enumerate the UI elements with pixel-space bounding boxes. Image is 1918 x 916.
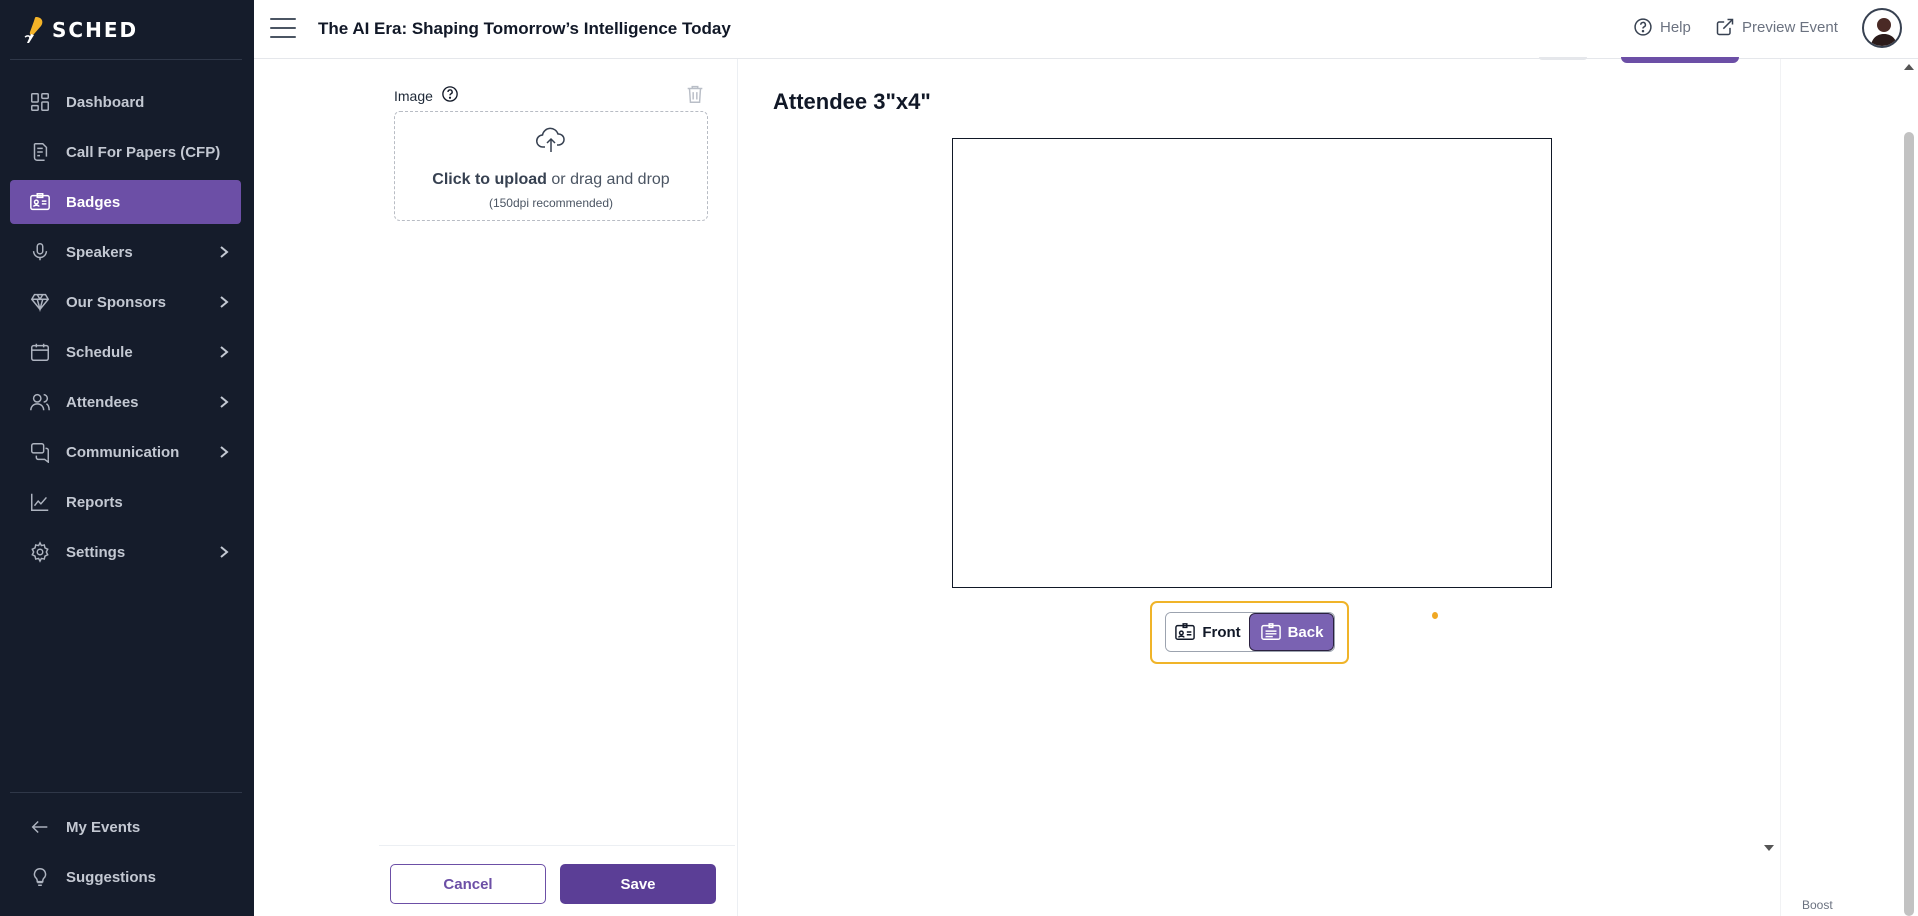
sidebar-divider-bottom [10, 792, 242, 793]
chevron-right-icon [217, 244, 231, 260]
badge-canvas[interactable] [952, 138, 1552, 588]
calendar-icon [28, 340, 52, 364]
sidebar-item-suggestions[interactable]: Suggestions [10, 855, 241, 899]
badge-preview-area: Attendee 3"x4" Front Back [739, 57, 1780, 916]
save-button[interactable]: Save [560, 864, 716, 904]
help-link[interactable]: Help [1633, 17, 1691, 37]
editor-footer: Cancel Save [379, 845, 735, 916]
dashboard-icon [28, 90, 52, 114]
external-link-icon [1716, 18, 1734, 36]
chevron-right-icon [217, 394, 231, 410]
help-label: Help [1660, 18, 1691, 36]
sidebar-item-label: Badges [66, 193, 121, 211]
logo[interactable]: SCHED [22, 13, 138, 47]
front-label: Front [1202, 623, 1241, 641]
help-icon [1634, 18, 1652, 36]
side-toggle-highlight: Front Back [1150, 601, 1349, 664]
preview-event-label: Preview Event [1742, 18, 1838, 36]
sidebar-item-reports[interactable]: Reports [10, 480, 241, 524]
sidebar-divider-top [10, 59, 242, 60]
delete-image-button[interactable] [684, 83, 706, 105]
logo-text: SCHED [52, 18, 139, 42]
sidebar-item-label: Attendees [66, 393, 139, 411]
logo-mark-icon [24, 17, 43, 43]
chevron-right-icon [217, 544, 231, 560]
cursor-marker [1432, 612, 1438, 619]
chevron-right-icon [217, 294, 231, 310]
badge-editor-panel: Image Click to upload or drag and drop (… [254, 59, 738, 916]
front-side-button[interactable]: Front [1166, 613, 1249, 651]
sidebar-item-label: Our Sponsors [66, 293, 167, 311]
sidebar-item-label: Settings [66, 543, 126, 561]
sidebar-item-badges[interactable]: Badges [10, 180, 241, 224]
scroll-up-arrow-icon[interactable] [1904, 64, 1914, 70]
top-bar: The AI Era: Shaping Tomorrow’s Intellige… [254, 0, 1918, 59]
sidebar-item-label: Reports [66, 493, 123, 511]
user-avatar[interactable] [1862, 8, 1902, 48]
back-label: Back [1287, 623, 1324, 641]
sidebar: SCHED Dashboard Call For Papers (CFP) Badg… [0, 0, 254, 916]
boost-label[interactable]: Boost [1802, 898, 1833, 912]
sidebar-item-label: Schedule [66, 343, 133, 361]
cancel-button[interactable]: Cancel [390, 864, 546, 904]
help-circle-icon[interactable] [441, 85, 459, 106]
image-label-text: Image [394, 87, 433, 104]
badge-icon [28, 190, 52, 214]
sidebar-item-label: Communication [66, 443, 180, 461]
upload-instructions: Click to upload or drag and drop [395, 171, 707, 189]
sidebar-item-label: My Events [66, 818, 141, 836]
chevron-right-icon [217, 344, 231, 360]
id-card-front-icon [1175, 623, 1196, 640]
badge-title: Attendee 3"x4" [773, 89, 931, 114]
app-root: SCHED Dashboard Call For Papers (CFP) Badg… [0, 0, 1918, 916]
clipped-primary-button[interactable] [1621, 57, 1739, 63]
chevron-right-icon [217, 444, 231, 460]
gear-icon [28, 540, 52, 564]
clipped-secondary-button[interactable] [1539, 57, 1587, 60]
back-side-button[interactable]: Back [1249, 613, 1334, 651]
right-gutter [1780, 59, 1898, 916]
image-field-label: Image [394, 85, 459, 106]
microphone-icon [28, 240, 52, 264]
sidebar-item-our-sponsors[interactable]: Our Sponsors [10, 280, 241, 324]
chat-icon [28, 440, 52, 464]
sidebar-item-label: Dashboard [66, 93, 145, 111]
document-icon [28, 140, 52, 164]
hamburger-menu-icon[interactable] [270, 18, 296, 40]
avatar-silhouette-icon [1870, 18, 1898, 46]
preview-event-link[interactable]: Preview Event [1715, 17, 1838, 37]
cloud-upload-icon [535, 124, 567, 156]
id-card-back-icon [1260, 623, 1281, 640]
sidebar-item-attendees[interactable]: Attendees [10, 380, 241, 424]
sidebar-item-schedule[interactable]: Schedule [10, 330, 241, 374]
arrow-left-icon [28, 815, 52, 839]
upload-drag-text: or drag and drop [546, 171, 670, 188]
sidebar-item-label: Call For Papers (CFP) [66, 143, 221, 161]
sidebar-item-dashboard[interactable]: Dashboard [10, 80, 241, 124]
chart-icon [28, 490, 52, 514]
badge-side-toggle: Front Back [1165, 612, 1335, 652]
event-title: The AI Era: Shaping Tomorrow’s Intellige… [318, 19, 731, 38]
image-upload-dropzone[interactable]: Click to upload or drag and drop (150dpi… [394, 111, 708, 221]
sidebar-item-my-events[interactable]: My Events [10, 805, 241, 849]
scrollbar-thumb[interactable] [1904, 132, 1914, 916]
sidebar-item-label: Suggestions [66, 868, 157, 886]
lightbulb-icon [28, 865, 52, 889]
scroll-down-caret-icon[interactable] [1764, 845, 1774, 851]
sidebar-item-label: Speakers [66, 243, 133, 261]
trash-icon [687, 85, 703, 103]
sidebar-item-speakers[interactable]: Speakers [10, 230, 241, 274]
users-icon [28, 390, 52, 414]
sidebar-item-call-for-papers-cfp[interactable]: Call For Papers (CFP) [10, 130, 241, 174]
sidebar-item-settings[interactable]: Settings [10, 530, 241, 574]
sidebar-item-communication[interactable]: Communication [10, 430, 241, 474]
upload-click-text[interactable]: Click to upload [432, 171, 547, 188]
diamond-icon [28, 290, 52, 314]
upload-hint: (150dpi recommended) [488, 196, 614, 210]
